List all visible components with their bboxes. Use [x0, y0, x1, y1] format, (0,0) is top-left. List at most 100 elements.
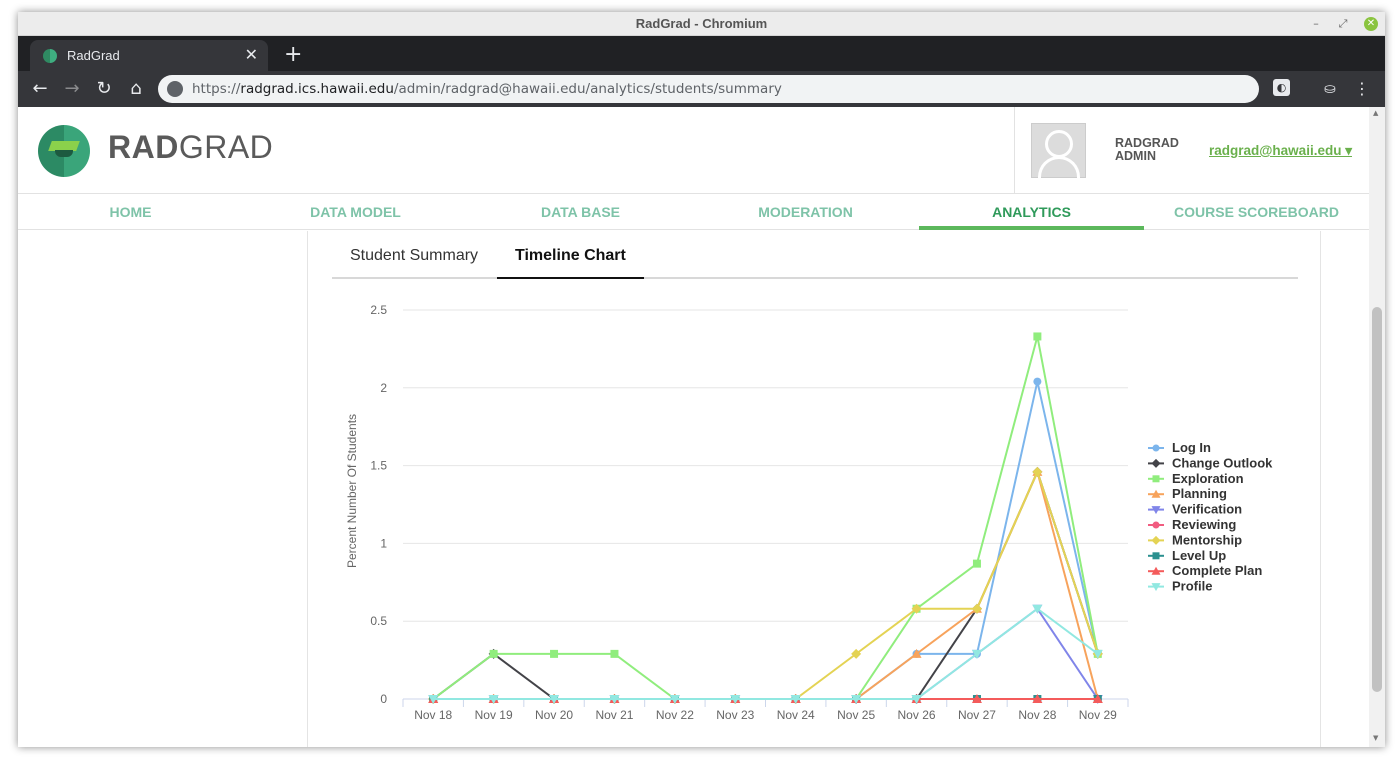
x-tick-label: Nov 27	[958, 708, 996, 722]
browser-window: RadGrad - Chromium – ⤢ ✕ RadGrad ✕ + ← →…	[18, 12, 1385, 747]
menu-kebab-icon[interactable]: ⋮	[1352, 79, 1372, 99]
user-box: RADGRAD ADMIN radgrad@hawaii.edu ▾	[1014, 107, 1369, 194]
legend-item[interactable]: Reviewing	[1148, 517, 1236, 532]
browser-toolbar: ← → ↻ ⌂ https://radgrad.ics.hawaii.edu/a…	[18, 71, 1385, 107]
tab-student-summary[interactable]: Student Summary	[332, 247, 496, 279]
series-line-log-in[interactable]	[433, 381, 1099, 700]
legend-marker[interactable]	[1152, 444, 1160, 452]
x-tick-label: Nov 20	[535, 708, 573, 722]
window-title: RadGrad - Chromium	[635, 16, 768, 31]
x-tick-label: Nov 22	[656, 708, 694, 722]
y-tick-label: 1	[380, 536, 387, 550]
incognito-icon[interactable]: ⛀	[1320, 79, 1340, 99]
page-viewport: RADGRAD RADGRAD ADMIN radgrad@hawaii.edu …	[18, 107, 1369, 747]
y-tick-label: 0	[380, 692, 387, 706]
site-header: RADGRAD RADGRAD ADMIN radgrad@hawaii.edu …	[18, 107, 1369, 194]
scroll-down-icon[interactable]: ▼	[1373, 734, 1378, 742]
data-point-exploration[interactable]	[489, 649, 498, 658]
legend-item[interactable]: Mentorship	[1148, 532, 1242, 547]
scrollbar-thumb[interactable]	[1372, 307, 1382, 692]
series-mentorship	[428, 466, 1103, 704]
legend-label: Verification	[1172, 502, 1242, 517]
nav-analytics[interactable]: ANALYTICS	[919, 194, 1144, 230]
back-icon[interactable]: ←	[28, 77, 52, 101]
legend-item[interactable]: Exploration	[1148, 471, 1244, 486]
x-tick-label: Nov 25	[837, 708, 875, 722]
series-line-exploration[interactable]	[432, 336, 1099, 700]
data-point-exploration[interactable]	[550, 649, 559, 658]
radgrad-favicon-icon	[43, 49, 57, 63]
x-tick-label: Nov 29	[1079, 708, 1117, 722]
new-tab-icon[interactable]: +	[284, 42, 302, 67]
legend-label: Complete Plan	[1172, 563, 1262, 578]
series-line-mentorship[interactable]	[433, 469, 1099, 700]
data-point-exploration[interactable]	[972, 559, 981, 568]
legend-item[interactable]: Verification	[1148, 502, 1242, 517]
user-email-dropdown[interactable]: radgrad@hawaii.edu ▾	[1209, 143, 1352, 159]
reload-icon[interactable]: ↻	[92, 77, 116, 101]
nav-data-base[interactable]: DATA BASE	[468, 194, 693, 230]
y-tick-label: 2	[380, 381, 387, 395]
address-bar[interactable]: https://radgrad.ics.hawaii.edu/admin/rad…	[158, 75, 1259, 103]
x-tick-label: Nov 19	[475, 708, 513, 722]
legend-marker[interactable]	[1151, 458, 1161, 468]
scroll-up-icon[interactable]: ▲	[1373, 109, 1378, 117]
nav-moderation[interactable]: MODERATION	[693, 194, 918, 230]
x-tick-label: Nov 21	[595, 708, 633, 722]
legend-marker[interactable]	[1152, 521, 1160, 529]
home-icon[interactable]: ⌂	[124, 77, 148, 101]
series-line-change-outlook[interactable]	[432, 469, 1099, 700]
legend-item[interactable]: Profile	[1148, 579, 1212, 594]
y-tick-label: 2.5	[370, 303, 387, 317]
minimize-icon[interactable]: –	[1309, 17, 1323, 31]
legend-marker[interactable]	[1151, 535, 1161, 545]
legend-label: Exploration	[1172, 471, 1244, 486]
forward-icon[interactable]: →	[60, 77, 84, 101]
close-window-icon[interactable]: ✕	[1364, 17, 1378, 31]
nav-course-scoreboard[interactable]: COURSE SCOREBOARD	[1144, 194, 1369, 230]
legend-marker[interactable]	[1152, 552, 1160, 560]
data-point-exploration[interactable]	[610, 649, 619, 658]
avatar	[1031, 123, 1086, 178]
legend-marker[interactable]	[1152, 475, 1160, 483]
extension-icon[interactable]: ◐	[1273, 79, 1290, 96]
series-line-planning[interactable]	[433, 468, 1099, 700]
page-scrollbar[interactable]: ▲ ▼	[1369, 107, 1385, 747]
nav-home[interactable]: HOME	[18, 194, 243, 230]
series-change-outlook	[428, 466, 1103, 704]
x-tick-label: Nov 26	[898, 708, 936, 722]
legend-item[interactable]: Level Up	[1148, 548, 1226, 563]
legend-label: Mentorship	[1172, 532, 1242, 547]
legend-item[interactable]: Change Outlook	[1148, 455, 1273, 470]
legend-label: Log In	[1172, 440, 1211, 455]
legend-label: Profile	[1172, 579, 1212, 594]
timeline-chart: Nov 18 Nov 19 Nov 20 Nov 21 Nov 22 Nov 23 Nov …	[345, 303, 1273, 722]
content-tabs: Student Summary Timeline Chart	[332, 231, 1298, 279]
nav-data-model[interactable]: DATA MODEL	[243, 194, 468, 230]
tab-timeline-chart[interactable]: Timeline Chart	[497, 247, 644, 279]
tab-title: RadGrad	[67, 48, 120, 63]
browser-tab[interactable]: RadGrad ✕	[30, 40, 268, 71]
url-text: https://radgrad.ics.hawaii.edu/admin/rad…	[192, 81, 782, 97]
user-name: RADGRAD ADMIN	[1115, 136, 1179, 163]
legend-label: Level Up	[1172, 548, 1226, 563]
y-tick-label: 0.5	[370, 614, 387, 628]
legend-item[interactable]: Planning	[1148, 486, 1227, 501]
data-point-log-in[interactable]	[1033, 377, 1042, 386]
legend-item[interactable]: Complete Plan	[1148, 563, 1262, 578]
legend-label: Reviewing	[1172, 517, 1236, 532]
close-tab-icon[interactable]: ✕	[245, 45, 258, 64]
maximize-icon[interactable]: ⤢	[1336, 17, 1350, 31]
data-point-exploration[interactable]	[1033, 332, 1042, 341]
series-planning	[428, 466, 1103, 703]
brand-name[interactable]: RADGRAD	[108, 129, 273, 166]
x-tick-label: Nov 28	[1018, 708, 1056, 722]
x-tick-label: Nov 18	[414, 708, 452, 722]
legend-item[interactable]: Log In	[1148, 440, 1211, 455]
x-tick-label: Nov 23	[716, 708, 754, 722]
title-bar: RadGrad - Chromium – ⤢ ✕	[18, 12, 1385, 36]
radgrad-logo-icon[interactable]	[38, 125, 90, 177]
y-tick-label: 1.5	[370, 459, 387, 473]
y-axis-title: Percent Number Of Students	[345, 414, 359, 568]
x-tick-label: Nov 24	[777, 708, 815, 722]
